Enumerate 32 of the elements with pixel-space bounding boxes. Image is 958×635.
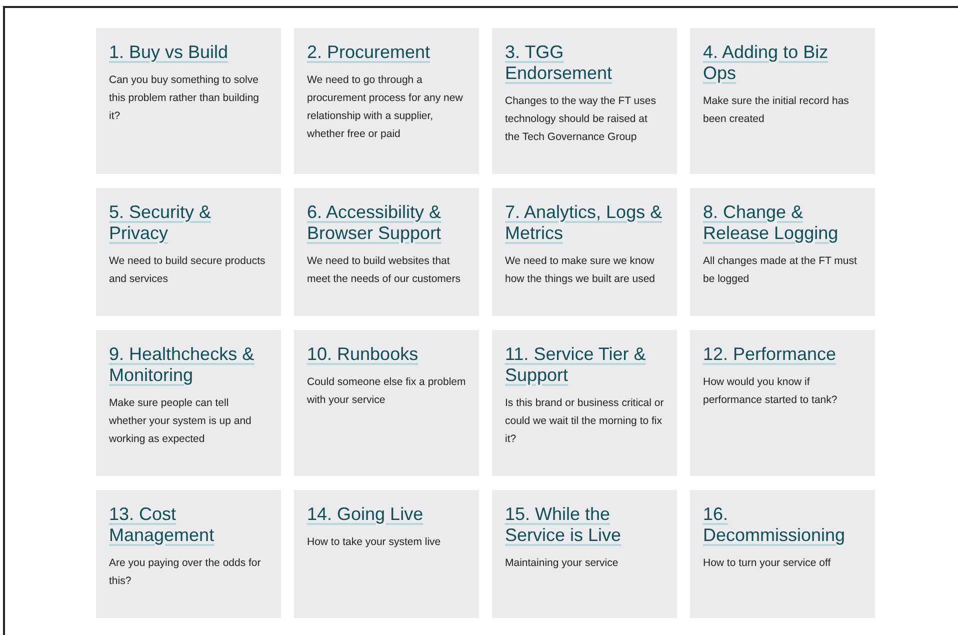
card-description: We need to build secure products and services (109, 254, 266, 287)
card-description: Can you buy something to solve this problem rather than building it? (109, 73, 260, 124)
card-description: How to turn your service off (703, 556, 832, 571)
card-description: All changes made at the FT must be logged (703, 254, 858, 287)
card-title-link[interactable]: 10. Runbooks (307, 344, 466, 365)
card-description: How would you know if performance started to tank? (703, 375, 838, 408)
card-title-link[interactable]: 14. Going Live (307, 504, 466, 525)
card-title-link[interactable]: 13. Cost Management (109, 504, 268, 546)
card-description: Could someone else fix a problem with your service (307, 375, 466, 408)
card-description: We need to make sure we know how the things we built are used (505, 254, 656, 287)
card-title-link[interactable]: 12. Performance (703, 344, 862, 365)
card-description: Maintaining your service (505, 556, 620, 571)
card-title-link[interactable]: 7. Analytics, Logs & Metrics (505, 202, 664, 244)
card-title-link[interactable]: 8. Change & Release Logging (703, 202, 862, 244)
card-title-link[interactable]: 16. Decommissioning (703, 504, 862, 546)
card-description: How to take your system live (307, 535, 442, 550)
card-description: Make sure the initial record has been created (703, 94, 850, 127)
card-title-link[interactable]: 3. TGG Endorsement (505, 42, 664, 84)
card-title-link[interactable]: 6. Accessibility & Browser Support (307, 202, 466, 244)
card-description: Make sure people can tell whether your system is up and working as expected (109, 396, 252, 447)
card-title-link[interactable]: 5. Security & Privacy (109, 202, 268, 244)
card-title-link[interactable]: 15. While the Service is Live (505, 504, 664, 546)
card-title-link[interactable]: 4. Adding to Biz Ops (703, 42, 862, 84)
card-description: We need to go through a procurement process for any new relationship with a supplier, whether free or paid (307, 73, 464, 142)
card-description: Is this brand or business critical or could we wait til the morning to fix it? (505, 396, 664, 447)
card-description: We need to build websites that meet the needs of our customers (307, 254, 462, 287)
card-title-link[interactable]: 1. Buy vs Build (109, 42, 268, 63)
card-title-link[interactable]: 11. Service Tier & Support (505, 344, 664, 386)
card-description: Are you paying over the odds for this? (109, 556, 262, 589)
card-title-link[interactable]: 9. Healthchecks & Monitoring (109, 344, 268, 386)
card-title-link[interactable]: 2. Procurement (307, 42, 466, 63)
card-description: Changes to the way the FT uses technology should be raised at the Tech Governance Group (505, 94, 657, 145)
